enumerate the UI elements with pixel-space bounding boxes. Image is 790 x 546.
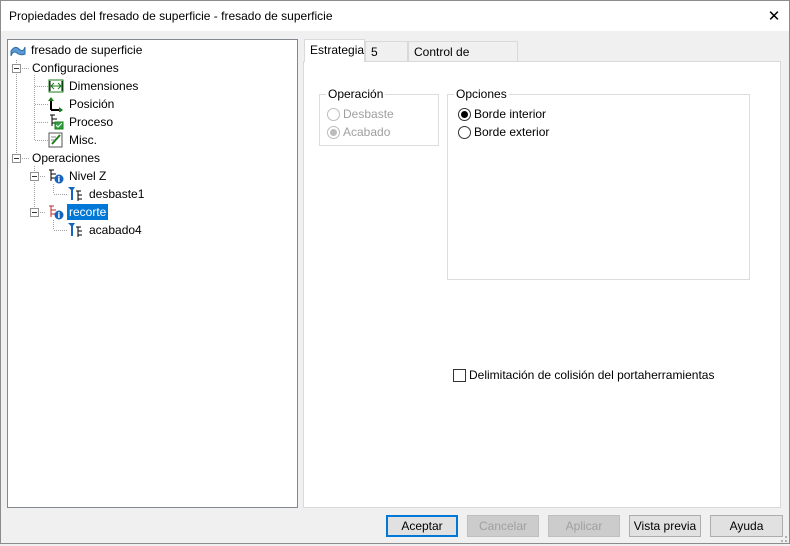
position-icon (48, 96, 64, 113)
dimensions-icon (48, 78, 64, 94)
operation-tree[interactable]: fresado de superficie Configuraciones Di… (7, 39, 298, 508)
tree-item-recorte[interactable]: i recorte (48, 203, 109, 221)
tab-estrategia[interactable]: Estrategia (304, 39, 365, 62)
dialog-window: Propiedades del fresado de superficie - … (0, 0, 790, 544)
tree-label-configuraciones: Configuraciones (32, 61, 119, 75)
radio-button (327, 125, 340, 139)
checkbox-box (453, 368, 466, 382)
tab-panel-estrategia: Operación Desbaste Acabado Opciones Bord… (303, 61, 781, 508)
radio-acabado-label: Acabado (343, 125, 391, 139)
collapse-operaciones[interactable] (12, 154, 21, 163)
radio-desbaste-label: Desbaste (343, 107, 394, 121)
collapse-configuraciones[interactable] (12, 64, 21, 73)
tree-label-nivel-z: Nivel Z (69, 169, 107, 183)
tree-line (53, 220, 54, 230)
tree-line (54, 230, 68, 231)
tree-item-operaciones[interactable]: Operaciones (30, 149, 102, 167)
svg-text:i: i (58, 175, 61, 184)
surface-mill-icon (10, 42, 26, 58)
window-title: Propiedades del fresado de superficie - … (9, 9, 333, 23)
radio-button (458, 107, 471, 121)
tree-label-proceso: Proceso (69, 115, 114, 129)
tab-control-de-superficie[interactable]: Control de superficie (408, 41, 518, 75)
tree-label-recorte: recorte (67, 204, 109, 220)
tree-line (35, 86, 49, 87)
process-icon (48, 114, 64, 130)
tree-item-acabado4[interactable]: acabado4 (68, 221, 144, 239)
group-operacion-legend: Operación (326, 87, 386, 101)
aceptar-button[interactable]: Aceptar (386, 515, 458, 537)
tree-item-nivel-z[interactable]: i Nivel Z (48, 167, 108, 185)
tree-item-proceso[interactable]: Proceso (48, 113, 115, 131)
operation-info-icon: i (48, 168, 64, 184)
group-opciones-legend: Opciones (454, 87, 509, 101)
tool-path-icon (68, 222, 84, 238)
group-operacion: Operación Desbaste Acabado (319, 87, 439, 146)
vista-previa-label: Vista previa (633, 519, 697, 533)
vista-previa-button[interactable]: Vista previa (629, 515, 701, 537)
tree-item-misc[interactable]: Misc. (48, 131, 99, 149)
radio-button (458, 125, 471, 139)
tree-line (54, 194, 68, 195)
size-grip-icon[interactable] (778, 532, 788, 542)
ayuda-label: Ayuda (729, 519, 764, 533)
tree-line (16, 60, 17, 160)
cancelar-label: Cancelar (478, 519, 528, 533)
ayuda-button[interactable]: Ayuda (710, 515, 783, 537)
tree-label-misc: Misc. (69, 133, 97, 147)
tree-line (20, 68, 30, 69)
radio-borde-exterior[interactable]: Borde exterior (458, 125, 549, 139)
tree-line (35, 122, 49, 123)
tree-line (34, 75, 35, 141)
checkbox-delimitacion[interactable]: Delimitación de colisión del portaherram… (453, 368, 714, 382)
tree-label-operaciones: Operaciones (32, 151, 101, 165)
tree-item-root[interactable]: fresado de superficie (10, 41, 144, 59)
tree-line (20, 158, 30, 159)
checkbox-delimitacion-label: Delimitación de colisión del portaherram… (469, 368, 715, 382)
group-opciones: Opciones Borde interior Borde exterior (447, 87, 750, 280)
operation-info-icon: i (48, 204, 64, 220)
tree-label-root: fresado de superficie (31, 43, 143, 57)
aplicar-label: Aplicar (565, 519, 603, 533)
radio-borde-interior-label: Borde interior (474, 107, 547, 121)
tool-path-icon (68, 186, 84, 202)
notepad-icon (48, 132, 64, 148)
tree-item-posicion[interactable]: Posición (48, 95, 116, 113)
tab-label: Estrategia (310, 43, 365, 57)
tree-item-configuraciones[interactable]: Configuraciones (30, 59, 121, 77)
close-icon: ✕ (767, 8, 781, 25)
aceptar-label: Aceptar (401, 519, 443, 533)
tree-label-dimensiones: Dimensiones (69, 79, 139, 93)
collapse-nivel-z[interactable] (30, 172, 39, 181)
radio-borde-interior[interactable]: Borde interior (458, 107, 546, 121)
radio-desbaste[interactable]: Desbaste (327, 107, 394, 121)
tree-line (53, 184, 54, 194)
radio-acabado[interactable]: Acabado (327, 125, 390, 139)
tree-item-desbaste1[interactable]: desbaste1 (68, 185, 146, 203)
tree-label-desbaste1: desbaste1 (89, 187, 145, 201)
tree-label-posicion: Posición (69, 97, 115, 111)
aplicar-button[interactable]: Aplicar (548, 515, 620, 537)
tree-line (38, 176, 46, 177)
radio-borde-exterior-label: Borde exterior (474, 125, 550, 139)
tree-label-acabado4: acabado4 (89, 223, 142, 237)
close-button[interactable]: ✕ (759, 1, 789, 31)
tree-line (35, 140, 49, 141)
tab-5-ejes[interactable]: 5 ejes (365, 41, 408, 75)
collapse-recorte[interactable] (30, 208, 39, 217)
cancelar-button[interactable]: Cancelar (467, 515, 539, 537)
svg-text:i: i (58, 211, 61, 220)
title-bar: Propiedades del fresado de superficie - … (1, 1, 789, 31)
tree-line (38, 212, 46, 213)
tree-item-dimensiones[interactable]: Dimensiones (48, 77, 140, 95)
tree-line (35, 104, 49, 105)
radio-button (327, 107, 340, 121)
